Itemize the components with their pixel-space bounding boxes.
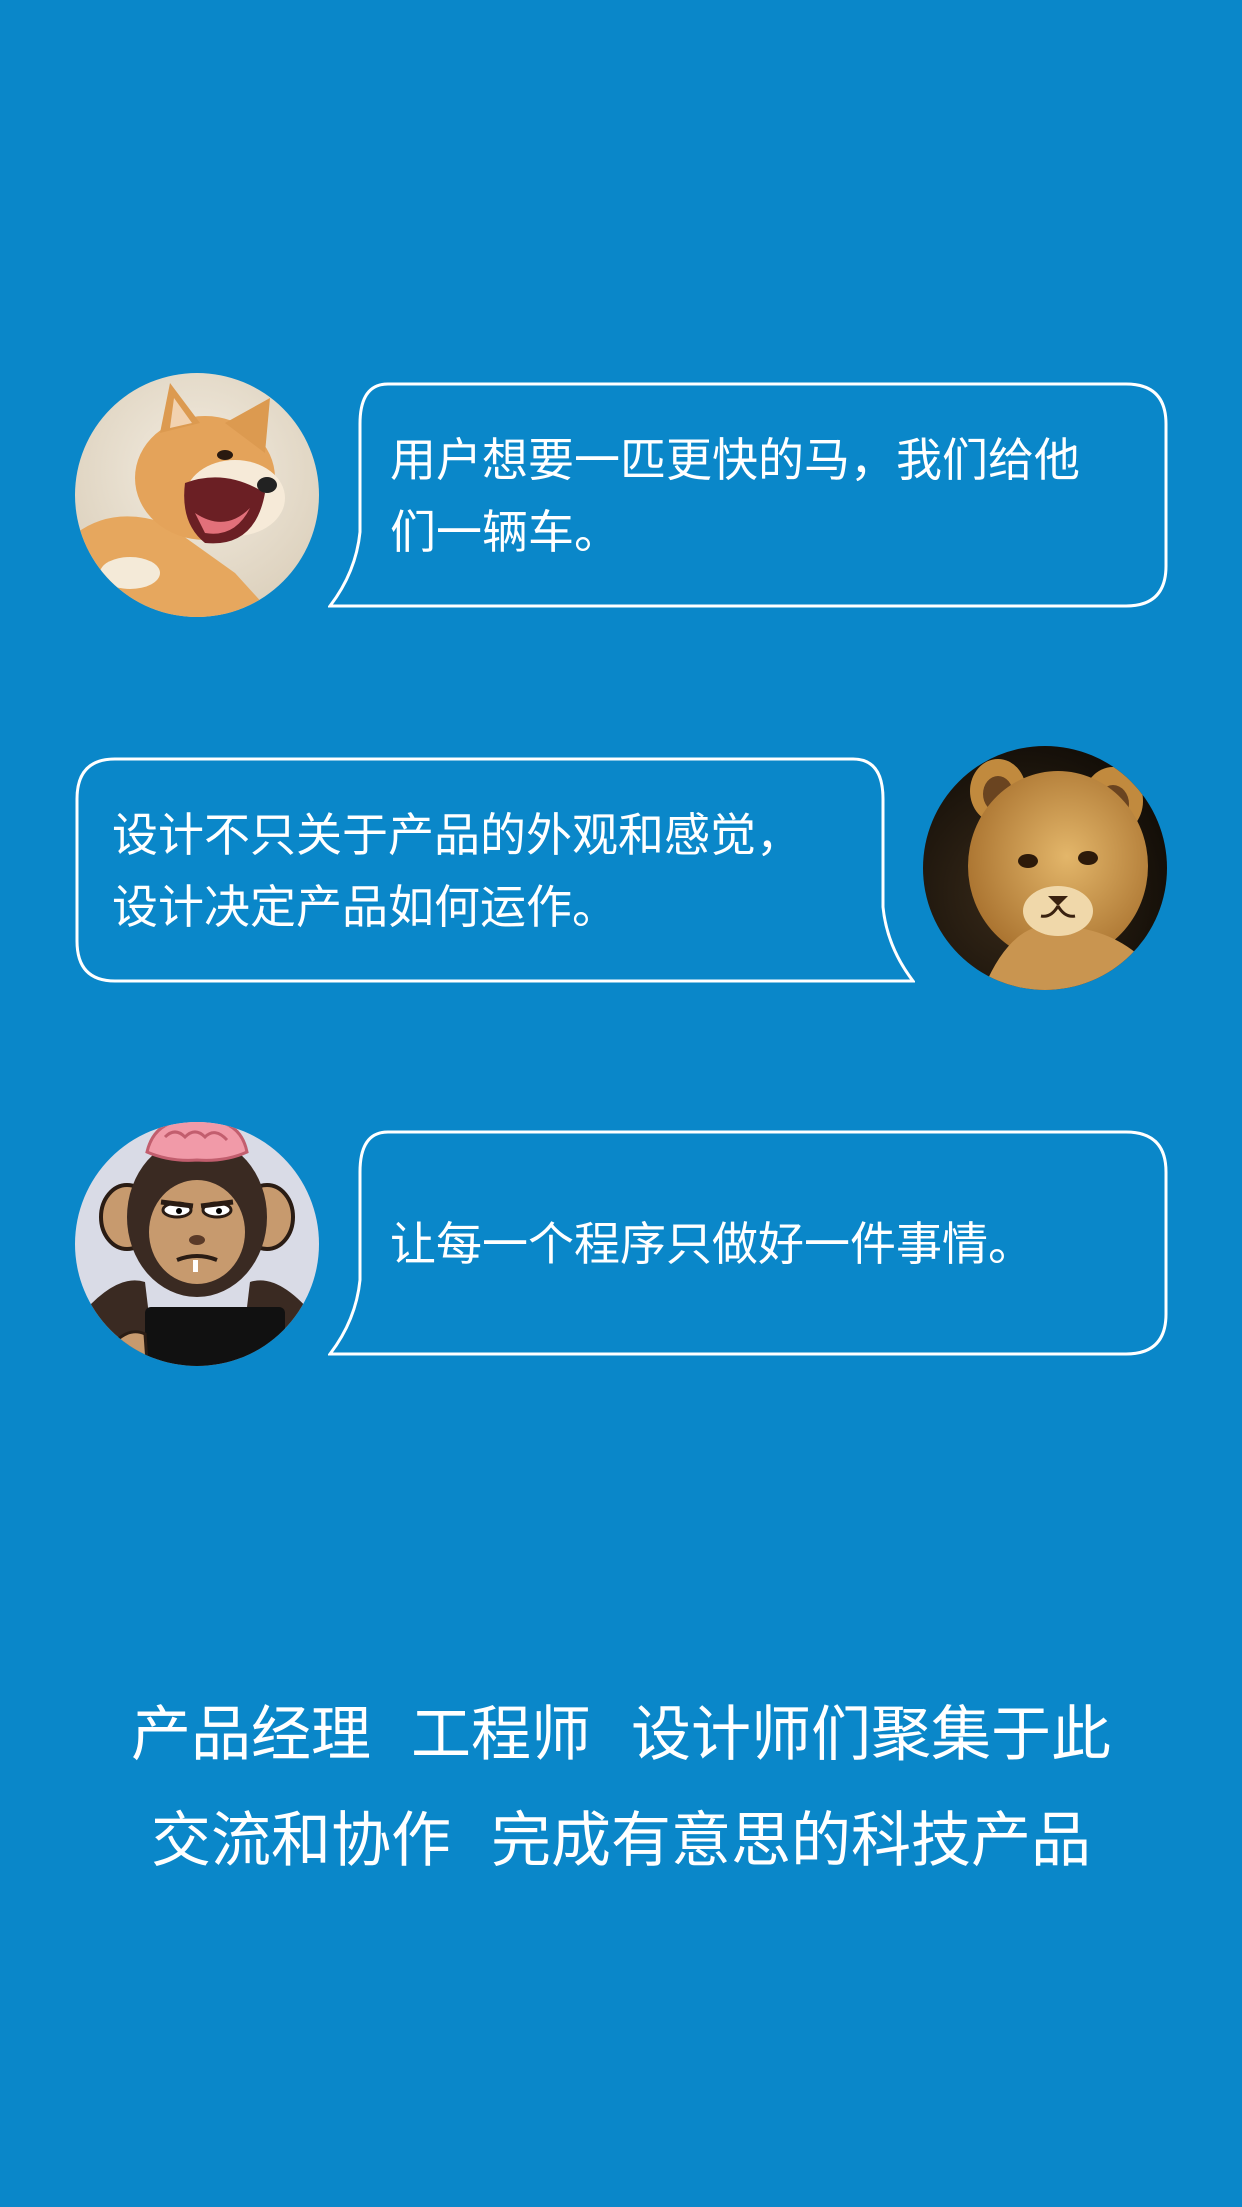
slogan-designers: 设计师们聚集于此: [631, 1700, 1111, 1770]
slogan-product-manager: 产品经理: [131, 1700, 371, 1770]
slogan-collaborate: 交流和协作: [151, 1806, 451, 1876]
slogan-line-1: 产品经理 工程师 设计师们聚集于此: [0, 1686, 1242, 1773]
message-1-line-1: 用户想要一匹更快的马，我们给他: [390, 433, 1080, 487]
lion-cub-image: [923, 746, 1167, 990]
message-3-line-1: 让每一个程序只做好一件事情。: [390, 1217, 1034, 1271]
slogan-line-2: 交流和协作 完成有意思的科技产品: [0, 1792, 1242, 1879]
cartoon-monkey-image: [75, 1122, 319, 1366]
shiba-dog-avatar: [75, 373, 319, 617]
message-bubble-3: 让每一个程序只做好一件事情。: [328, 1130, 1168, 1358]
lion-cub-avatar: [923, 746, 1167, 990]
cartoon-monkey-avatar: [75, 1122, 319, 1366]
message-2-line-2: 设计决定产品如何运作。: [112, 880, 618, 934]
shiba-dog-image: [75, 373, 319, 617]
message-bubble-1: 用户想要一匹更快的马，我们给他 们一辆车。: [328, 382, 1168, 610]
message-2-line-1: 设计不只关于产品的外观和感觉，: [112, 808, 802, 862]
message-1-line-2: 们一辆车。: [390, 505, 620, 559]
slogan-products: 完成有意思的科技产品: [491, 1806, 1091, 1876]
message-bubble-2: 设计不只关于产品的外观和感觉， 设计决定产品如何运作。: [75, 757, 915, 985]
slogan-engineer: 工程师: [411, 1700, 591, 1770]
